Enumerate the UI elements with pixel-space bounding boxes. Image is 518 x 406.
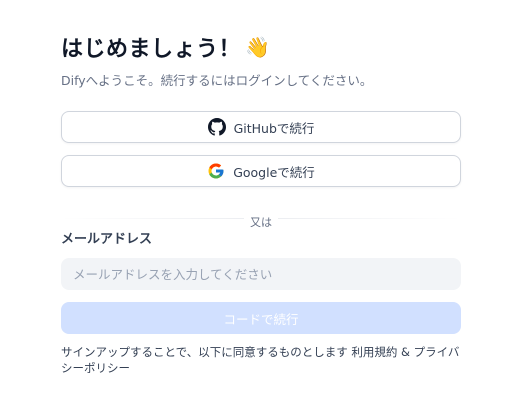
google-icon	[207, 162, 225, 180]
github-login-label: GitHubで続行	[233, 120, 315, 136]
login-panel: はじめましょう！ 👋 Difyへようこそ。続行するにはログインしてください。 G…	[61, 30, 461, 376]
terms-of-service-link[interactable]: 利用規約	[351, 345, 397, 359]
github-login-button[interactable]: GitHubで続行	[61, 111, 461, 143]
terms-notice: サインアップすることで、以下に同意するものとします 利用規約 & プライバシーポ…	[61, 344, 461, 376]
page-title: はじめましょう！	[61, 37, 242, 62]
google-login-button[interactable]: Googleで続行	[61, 155, 461, 187]
email-input[interactable]	[61, 258, 461, 290]
email-label: メールアドレス	[61, 232, 153, 247]
google-login-label: Googleで続行	[233, 164, 315, 180]
divider-text: 又は	[244, 216, 278, 230]
title-row: はじめましょう！ 👋	[61, 30, 461, 64]
continue-with-code-button[interactable]: コードで続行	[61, 302, 461, 334]
terms-prefix: サインアップすることで、以下に同意するものとします	[61, 345, 352, 359]
continue-with-code-label: コードで続行	[223, 311, 299, 327]
terms-and: &	[397, 345, 414, 359]
page-subtitle: Difyへようこそ。続行するにはログインしてください。	[61, 73, 373, 88]
github-icon	[207, 118, 226, 136]
login-page: はじめましょう！ 👋 Difyへようこそ。続行するにはログインしてください。 G…	[0, 0, 518, 406]
or-divider: 又は	[61, 211, 461, 230]
waving-hand-icon: 👋	[245, 35, 270, 59]
